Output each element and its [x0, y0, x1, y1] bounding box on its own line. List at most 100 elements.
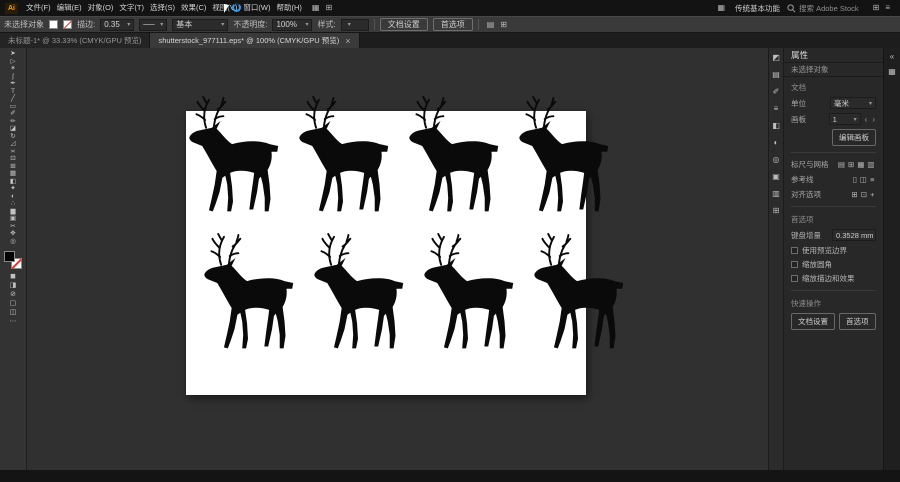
symbol-sprayer-tool[interactable]: ∴ — [0, 200, 26, 208]
transparency-grid-icon[interactable]: ▦ — [856, 160, 866, 169]
hand-tool[interactable]: ✥ — [0, 230, 26, 238]
lasso-tool[interactable]: ʃ — [0, 73, 26, 81]
lock-guides-icon[interactable]: ◫ — [859, 175, 869, 184]
gradient-tool[interactable]: ◧ — [0, 178, 26, 186]
canvas[interactable] — [27, 48, 768, 470]
panel-grid-icon[interactable]: ▦ — [888, 67, 896, 76]
checkbox-box[interactable] — [791, 247, 798, 254]
fill-swatch[interactable] — [49, 20, 58, 29]
document-setup-button[interactable]: 文档设置 — [791, 313, 835, 330]
pencil-tool[interactable]: ✏ — [0, 118, 26, 126]
arrange-documents-icon[interactable]: ▦ — [309, 0, 323, 16]
snap-pixel-icon[interactable]: ⊡ — [859, 190, 868, 199]
artboard-select[interactable]: 1 ▾ — [829, 113, 861, 125]
gradient-button[interactable]: ◨ — [10, 281, 17, 290]
deer-silhouette[interactable] — [195, 233, 301, 358]
artboards-panel-icon[interactable]: ⊞ — [773, 206, 780, 215]
menu-item[interactable]: 窗口(W) — [240, 0, 273, 16]
collapse-panels-icon[interactable]: « — [890, 52, 894, 61]
eyedropper-tool[interactable]: ✦ — [0, 185, 26, 193]
graphic-styles-panel-icon[interactable]: ▣ — [772, 172, 780, 181]
slice-tool[interactable]: ✂ — [0, 223, 26, 231]
properties-tab[interactable]: 属性 — [791, 49, 808, 61]
none-button[interactable]: ⊘ — [10, 290, 16, 299]
show-guides-icon[interactable]: ▯ — [851, 175, 858, 184]
application-layout-icon[interactable]: ⊞ — [322, 0, 335, 16]
close-icon[interactable]: × — [345, 36, 350, 46]
direct-selection-tool[interactable]: ▷ — [0, 58, 26, 66]
deer-silhouette[interactable] — [415, 233, 521, 358]
draw-mode-button[interactable]: ▢ — [10, 299, 17, 308]
previous-artboard-button[interactable]: ‹ — [864, 115, 869, 124]
deer-silhouette[interactable] — [400, 96, 506, 221]
width-tool[interactable]: ≍ — [0, 148, 26, 156]
fill-color-swatch[interactable] — [4, 251, 15, 262]
line-tool[interactable]: ╱ — [0, 95, 26, 103]
fill-stroke-widget[interactable] — [4, 251, 22, 269]
stock-search[interactable]: 搜索 Adobe Stock — [787, 3, 859, 14]
type-tool[interactable]: T — [0, 88, 26, 96]
menu-item[interactable]: 对象(O) — [85, 0, 117, 16]
menu-item[interactable]: 文件(F) — [23, 0, 54, 16]
stroke-swatch[interactable] — [63, 20, 72, 29]
layers-panel-icon[interactable]: ▥ — [772, 189, 780, 198]
deer-silhouette[interactable] — [510, 96, 616, 221]
paintbrush-tool[interactable]: ✐ — [0, 110, 26, 118]
checkbox-box[interactable] — [791, 261, 798, 268]
menu-item[interactable]: 效果(C) — [178, 0, 209, 16]
deer-silhouette[interactable] — [305, 233, 411, 358]
video-rulers-icon[interactable]: ▥ — [866, 160, 876, 169]
eraser-tool[interactable]: ◪ — [0, 125, 26, 133]
app-menu-icon[interactable]: ≡ — [882, 0, 893, 16]
preference-checkbox[interactable]: 缩放描边和效果 — [791, 273, 876, 284]
swatches-panel-icon[interactable]: ▤ — [772, 70, 780, 79]
edit-artboards-button[interactable]: 编辑画板 — [832, 129, 876, 146]
shape-builder-tool[interactable]: ⊞ — [0, 163, 26, 171]
workspace-switcher-icon[interactable]: ▦ — [714, 0, 728, 16]
gradient-panel-icon[interactable]: ◧ — [772, 121, 780, 130]
graph-tool[interactable]: ▆ — [0, 208, 26, 216]
color-button[interactable]: ◼ — [10, 272, 16, 281]
menu-item[interactable]: 帮助(H) — [274, 0, 305, 16]
artboard-tool[interactable]: ▣ — [0, 215, 26, 223]
snap-grid-icon[interactable]: ⊞ — [850, 190, 859, 199]
next-artboard-button[interactable]: › — [871, 115, 876, 124]
align-panel-icon[interactable]: ▤ — [484, 20, 498, 29]
grid-icon[interactable]: ⊞ — [847, 160, 856, 169]
stroke-width-select[interactable]: 0.35 ▾ — [100, 19, 134, 31]
checkbox-box[interactable] — [791, 275, 798, 282]
screen-mode-button[interactable]: ◫ — [10, 308, 17, 317]
stroke-panel-icon[interactable]: ≡ — [774, 104, 779, 113]
deer-silhouette[interactable] — [525, 233, 631, 358]
arrange-icon[interactable]: ⊞ — [497, 20, 510, 29]
width-profile-select[interactable]: ── ▾ — [139, 19, 167, 31]
preference-checkbox[interactable]: 缩放圆角 — [791, 259, 876, 270]
app-logo[interactable]: Ai — [5, 3, 18, 14]
free-transform-tool[interactable]: ⊡ — [0, 155, 26, 163]
magic-wand-tool[interactable]: ✶ — [0, 65, 26, 73]
transparency-panel-icon[interactable]: ◐ — [774, 138, 779, 147]
rotate-tool[interactable]: ↻ — [0, 133, 26, 141]
brushes-panel-icon[interactable]: ✐ — [773, 87, 780, 96]
snap-point-icon[interactable]: + — [869, 190, 876, 199]
deer-silhouette[interactable] — [290, 96, 396, 221]
opacity-select[interactable]: 100% ▾ — [272, 19, 312, 31]
pen-tool[interactable]: ✒ — [0, 80, 26, 88]
keyboard-increment-input[interactable]: 0.3528 mm — [832, 229, 876, 241]
menu-item[interactable]: 编辑(E) — [54, 0, 85, 16]
deer-silhouette[interactable] — [180, 96, 286, 221]
smart-guides-icon[interactable]: ≡ — [869, 175, 876, 184]
app-grid-icon[interactable]: ⊞ — [870, 0, 883, 16]
preference-checkbox[interactable]: 使用预览边界 — [791, 245, 876, 256]
preferences-button[interactable]: 首选项 — [433, 18, 473, 31]
rectangle-tool[interactable]: ▭ — [0, 103, 26, 111]
menu-item[interactable]: 文字(T) — [116, 0, 147, 16]
menu-item[interactable]: 选择(S) — [147, 0, 178, 16]
mesh-tool[interactable]: ▦ — [0, 170, 26, 178]
document-tab-shutterstock[interactable]: shutterstock_977111.eps* @ 100% (CMYK/GP… — [150, 33, 359, 48]
document-setup-button[interactable]: 文档设置 — [380, 18, 428, 31]
workspace-label[interactable]: 传统基本功能 — [735, 3, 780, 14]
preferences-button[interactable]: 首选项 — [839, 313, 876, 330]
unit-select[interactable]: 毫米 ▾ — [830, 97, 876, 109]
appearance-panel-icon[interactable]: ◎ — [773, 155, 780, 164]
